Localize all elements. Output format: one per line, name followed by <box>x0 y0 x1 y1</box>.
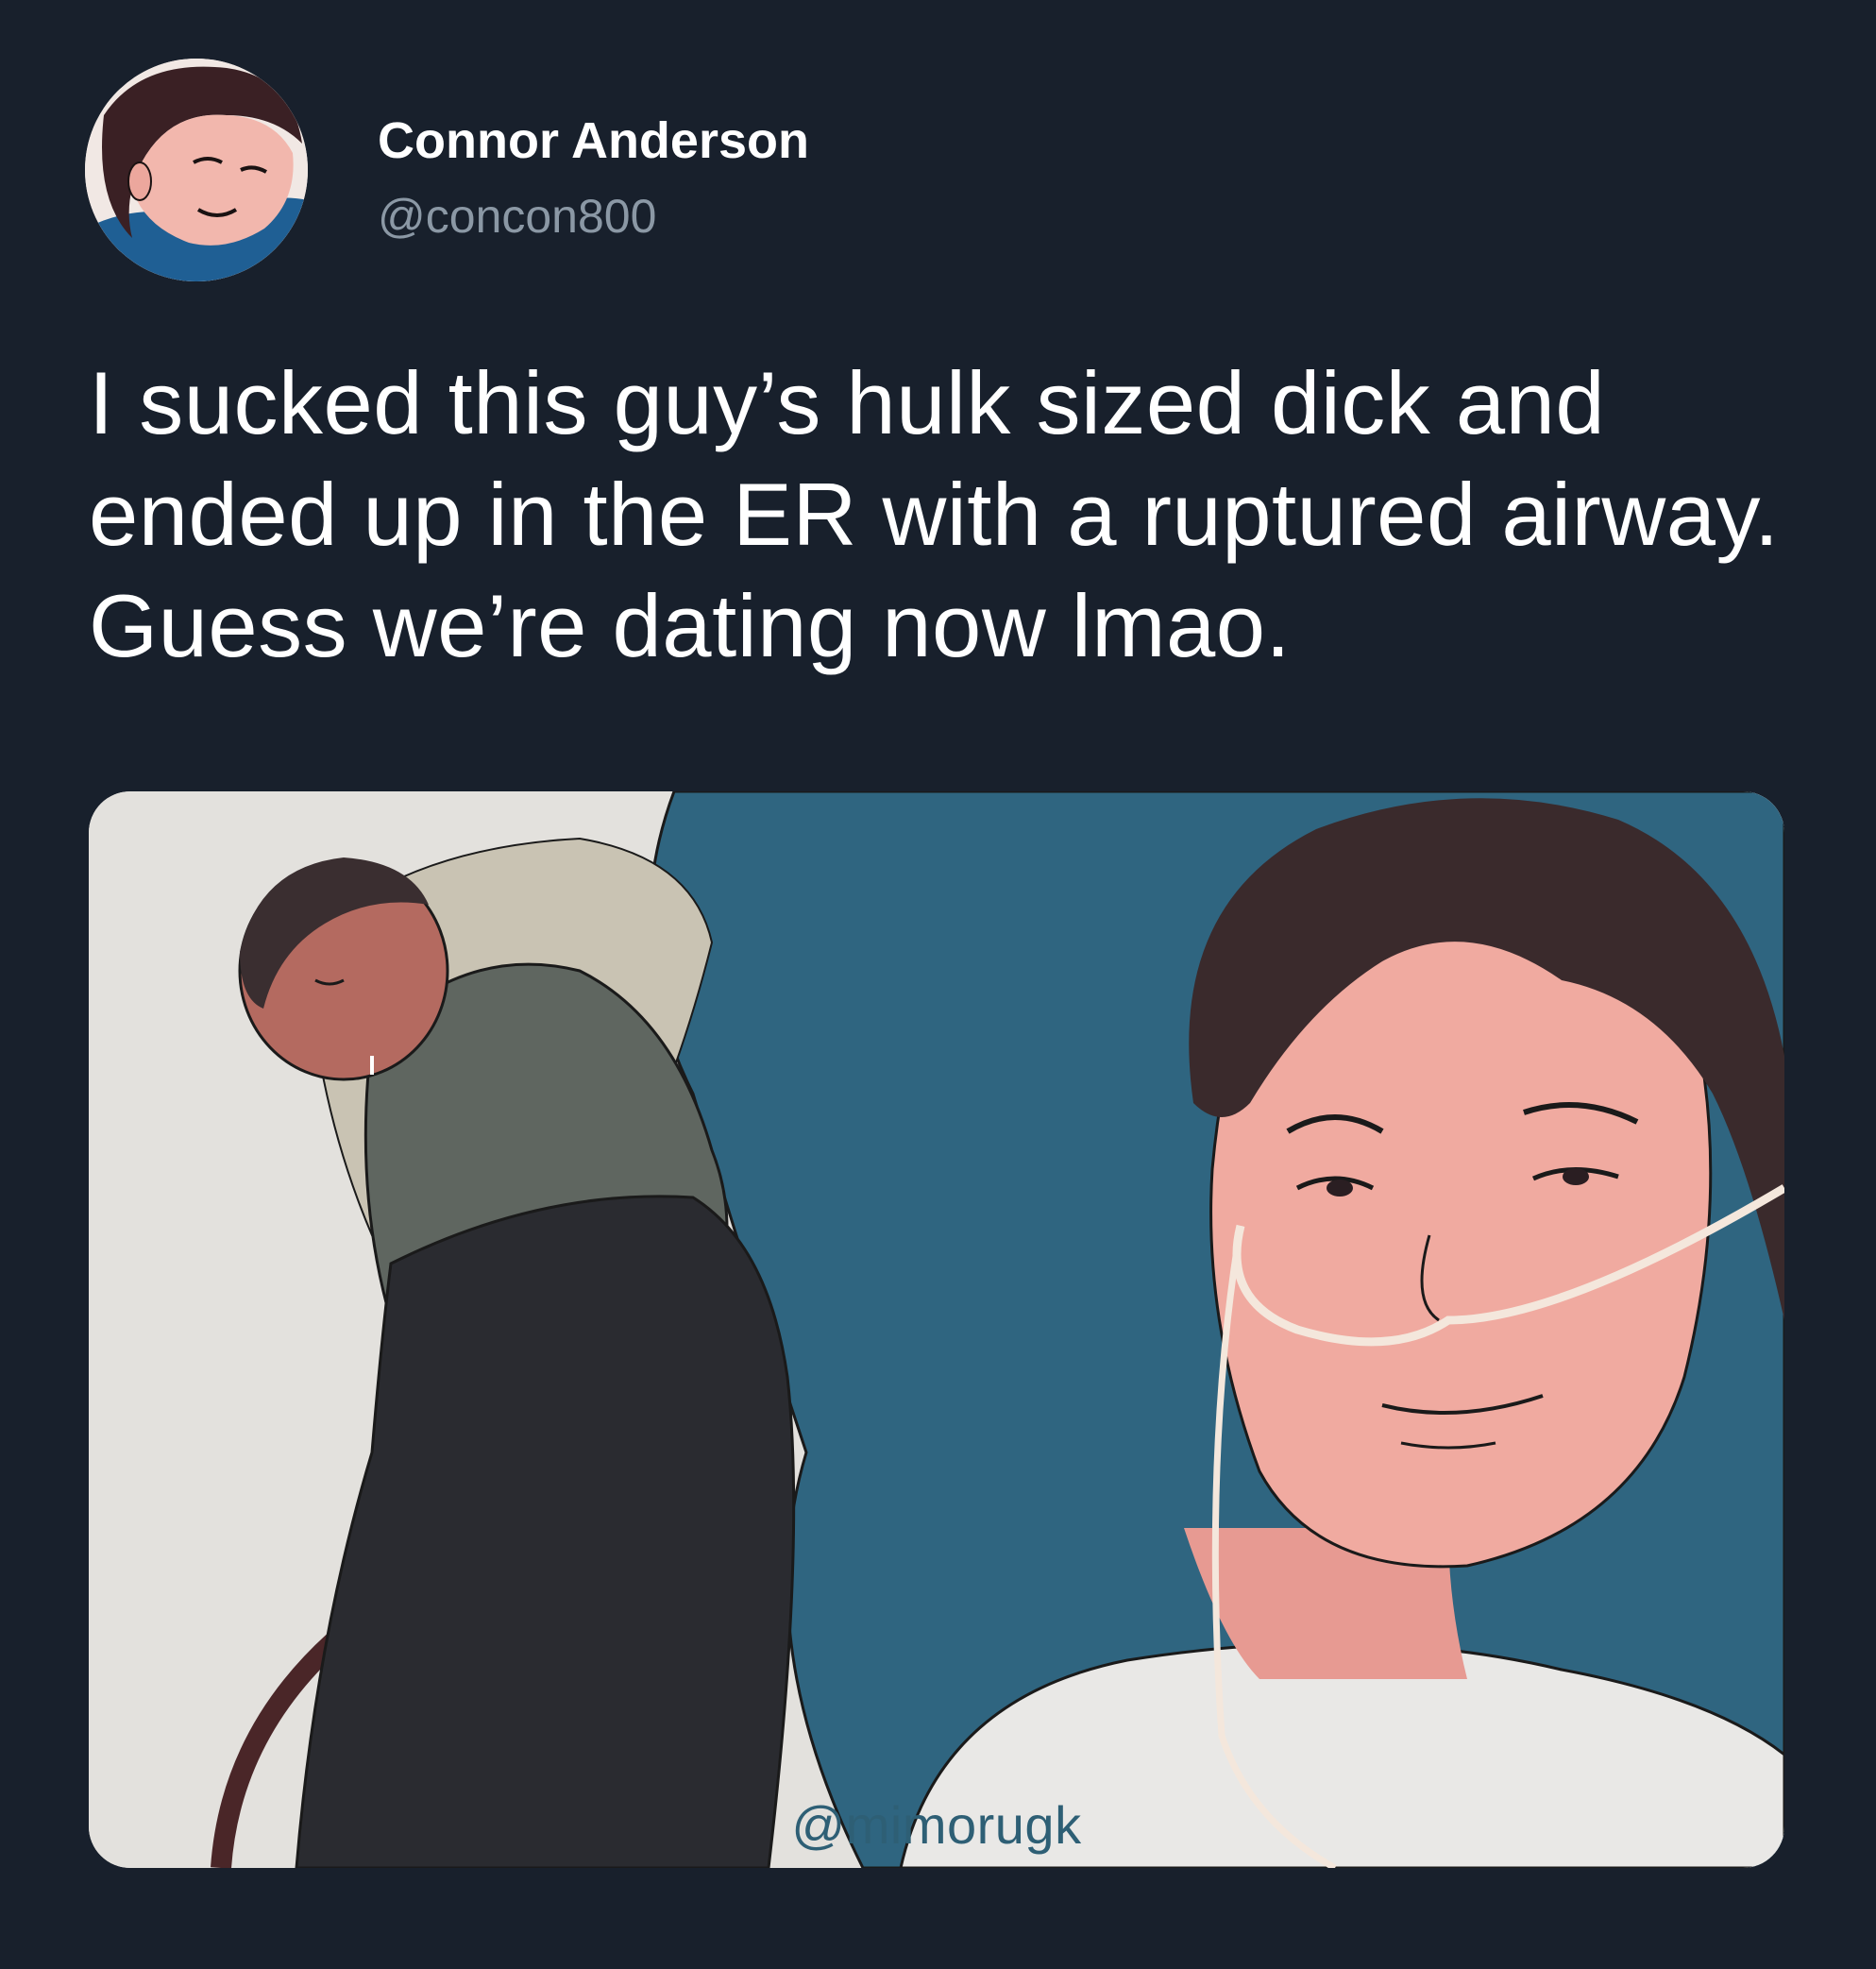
profile-photo-icon <box>85 59 308 281</box>
artist-watermark: @mimorugk <box>791 1795 1082 1855</box>
tweet-image[interactable]: @mimorugk <box>89 791 1784 1868</box>
display-name[interactable]: Connor Anderson <box>378 111 809 170</box>
user-handle[interactable]: @concon800 <box>378 189 656 244</box>
avatar[interactable] <box>85 59 308 281</box>
tweet-text: I sucked this guy’s hulk sized dick and … <box>89 353 1780 675</box>
tweet-card: Connor Anderson @concon800 I sucked this… <box>0 0 1876 1969</box>
illustration-image <box>89 791 1784 1868</box>
